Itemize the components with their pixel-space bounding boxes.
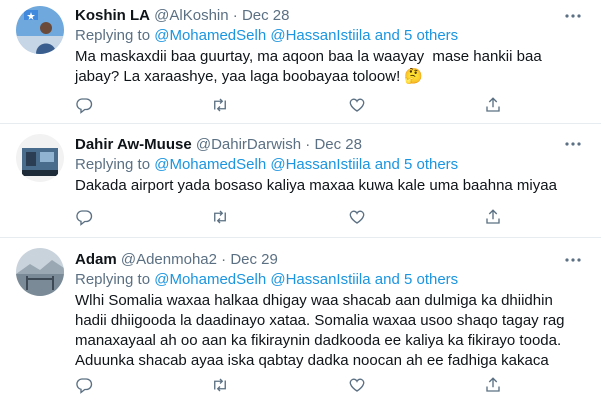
tweet-date[interactable]: Dec 29	[230, 251, 278, 268]
replying-prefix: Replying to	[75, 271, 151, 288]
reply-icon[interactable]	[75, 96, 95, 116]
retweet-icon[interactable]	[211, 208, 231, 228]
tweet-actions	[75, 96, 555, 116]
separator-dot: ·	[232, 7, 238, 24]
replying-to: Replying to @MohamedSelh @HassanIstiila …	[75, 155, 585, 175]
mention-link[interactable]: @HassanIstiila	[270, 27, 370, 44]
user-handle[interactable]: @AlKoshin	[154, 7, 228, 24]
replying-prefix: Replying to	[75, 156, 151, 173]
more-horizontal-icon[interactable]	[563, 138, 583, 152]
tweet-header: Dahir Aw-Muuse @DahirDarwish · Dec 28	[75, 135, 585, 155]
tweet[interactable]: Dahir Aw-Muuse @DahirDarwish · Dec 28 Re…	[0, 124, 601, 238]
tweet-text: Ma maskaxdii baa guurtay, ma aqoon baa l…	[75, 48, 546, 85]
others-link[interactable]: and 5 others	[375, 27, 458, 44]
separator-dot: ·	[221, 251, 227, 268]
tweet-date[interactable]: Dec 28	[242, 7, 290, 24]
heart-icon[interactable]	[348, 376, 368, 396]
mention-link[interactable]: @HassanIstiila	[270, 156, 370, 173]
retweet-icon[interactable]	[211, 96, 231, 116]
reply-icon[interactable]	[75, 208, 95, 228]
mention-link[interactable]: @MohamedSelh	[154, 156, 266, 173]
mention-link[interactable]: @MohamedSelh	[154, 271, 266, 288]
share-icon[interactable]	[484, 376, 504, 396]
avatar[interactable]	[16, 6, 64, 54]
tweet-text: Wlhi Somalia waxaa halkaa dhigay waa sha…	[75, 292, 569, 369]
mention-link[interactable]: @MohamedSelh	[154, 27, 266, 44]
tweet-content: Koshin LA @AlKoshin · Dec 28 Replying to…	[75, 6, 585, 87]
retweet-icon[interactable]	[211, 376, 231, 396]
user-handle[interactable]: @Adenmoha2	[121, 251, 217, 268]
others-link[interactable]: and 5 others	[375, 156, 458, 173]
mention-link[interactable]: @HassanIstiila	[270, 271, 370, 288]
others-link[interactable]: and 5 others	[375, 271, 458, 288]
heart-icon[interactable]	[348, 96, 368, 116]
display-name[interactable]: Koshin LA	[75, 7, 150, 24]
tweet[interactable]: Koshin LA @AlKoshin · Dec 28 Replying to…	[0, 0, 601, 124]
tweet-actions	[75, 376, 555, 396]
tweet-date[interactable]: Dec 28	[314, 136, 362, 153]
avatar[interactable]	[16, 248, 64, 296]
user-handle[interactable]: @DahirDarwish	[196, 136, 301, 153]
separator-dot: ·	[305, 136, 311, 153]
reply-icon[interactable]	[75, 376, 95, 396]
tweet-text: Dakada airport yada bosaso kaliya maxaa …	[75, 177, 557, 194]
tweet-content: Dahir Aw-Muuse @DahirDarwish · Dec 28 Re…	[75, 135, 585, 196]
share-icon[interactable]	[484, 208, 504, 228]
tweet-content: Adam @Adenmoha2 · Dec 29 Replying to @Mo…	[75, 250, 585, 371]
more-horizontal-icon[interactable]	[563, 254, 583, 268]
replying-prefix: Replying to	[75, 27, 151, 44]
display-name[interactable]: Dahir Aw-Muuse	[75, 136, 192, 153]
display-name[interactable]: Adam	[75, 251, 117, 268]
tweet[interactable]: Adam @Adenmoha2 · Dec 29 Replying to @Mo…	[0, 238, 601, 408]
avatar[interactable]	[16, 134, 64, 182]
replying-to: Replying to @MohamedSelh @HassanIstiila …	[75, 270, 585, 290]
more-horizontal-icon[interactable]	[563, 10, 583, 24]
replying-to: Replying to @MohamedSelh @HassanIstiila …	[75, 26, 585, 46]
share-icon[interactable]	[484, 96, 504, 116]
tweet-actions	[75, 208, 555, 228]
tweet-header: Koshin LA @AlKoshin · Dec 28	[75, 6, 585, 26]
tweet-header: Adam @Adenmoha2 · Dec 29	[75, 250, 585, 270]
heart-icon[interactable]	[348, 208, 368, 228]
